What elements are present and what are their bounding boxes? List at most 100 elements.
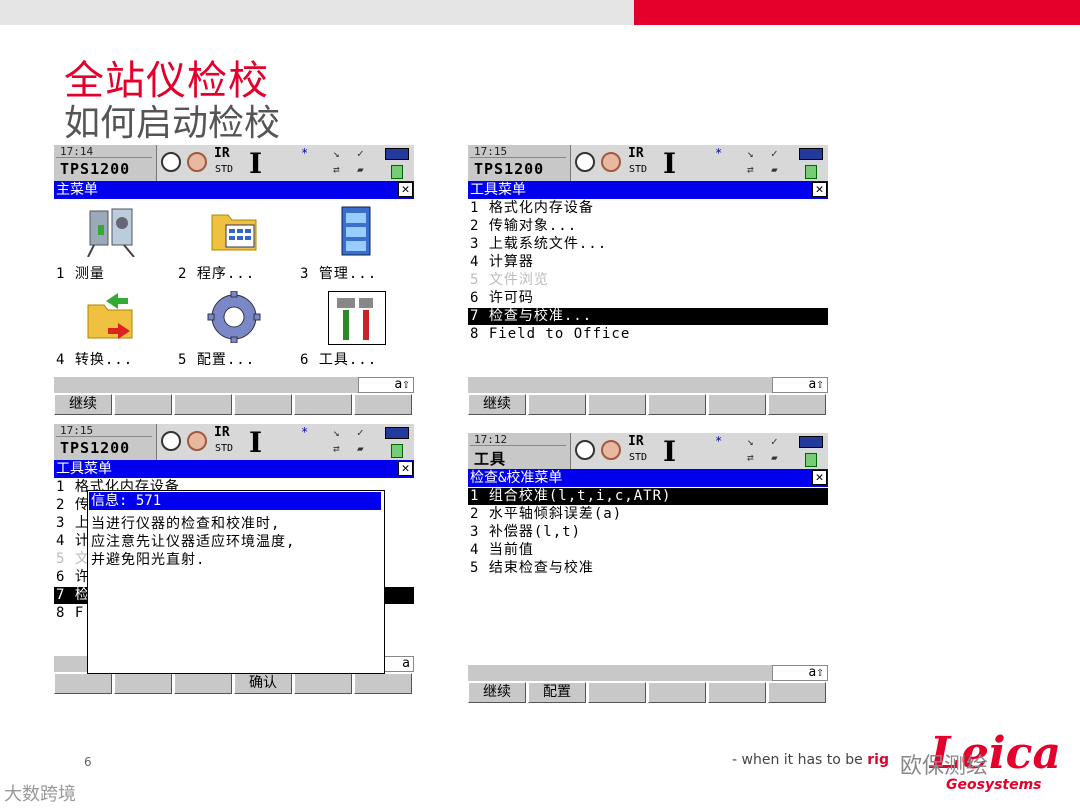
dialog-line: 当进行仪器的检查和校准时, xyxy=(91,516,281,532)
menu-list: 1 组合校准(l,t,i,c,ATR) 2 水平轴倾斜误差(a) 3 补偿器(l… xyxy=(468,487,828,663)
menu-item-calculator[interactable]: 4 计算器 xyxy=(468,254,828,271)
line-icon: ↘ xyxy=(747,147,754,160)
menu-item-file-browse: 5 文件浏览 xyxy=(470,272,549,288)
top-bar-grey xyxy=(0,0,634,25)
menu-item-format[interactable]: 1 格式化内存设备 xyxy=(468,200,828,217)
screen-title: 工具菜单 ✕ xyxy=(468,181,828,199)
f6-button[interactable] xyxy=(768,682,826,703)
face-indicator-icon: I xyxy=(663,435,677,468)
f6-button[interactable] xyxy=(354,673,412,694)
menu-icon-config[interactable]: 5 配置... xyxy=(176,285,296,371)
line-icon: ↘ xyxy=(333,147,340,160)
f1-continue-button[interactable]: 继续 xyxy=(54,394,112,415)
screen-main-menu: 17:14 TPS1200 IR STD I * ↘ ⇄ ✓ ▰ 主菜单 ✕ 1… xyxy=(54,145,414,417)
close-icon[interactable]: ✕ xyxy=(812,182,827,197)
f4-button[interactable] xyxy=(234,394,292,415)
f5-button[interactable] xyxy=(708,682,766,703)
programs-folder-icon xyxy=(211,214,257,251)
menu-item-upload[interactable]: 3 上载系统文件... xyxy=(468,236,828,253)
screen-title: 工具菜单 ✕ xyxy=(54,460,414,478)
prism-icon xyxy=(601,152,621,172)
check-icon: ✓ xyxy=(357,147,364,160)
std-mode-label: STD xyxy=(629,164,648,175)
f6-button[interactable] xyxy=(354,394,412,415)
screen-title: 主菜单 ✕ xyxy=(54,181,414,199)
arrows-icon: ⇄ xyxy=(747,451,754,464)
menu-item-field-to-office[interactable]: 8 Field to Office xyxy=(468,326,828,343)
input-mode-indicator: a⇧ xyxy=(358,377,414,393)
survey-instrument-icon xyxy=(87,208,135,257)
f4-button[interactable] xyxy=(648,682,706,703)
manage-cabinet-icon xyxy=(341,206,371,256)
function-keys: 确认 xyxy=(54,673,414,694)
battery-icon xyxy=(385,148,409,160)
icon-grid: 1 测量 2 程序... 3 管理... 4 转换... 5 配置... 6 工… xyxy=(54,199,414,375)
menu-item-tilting-axis[interactable]: 2 水平轴倾斜误差(a) xyxy=(468,506,828,523)
f2-button[interactable] xyxy=(528,394,586,415)
check-icon: ✓ xyxy=(771,147,778,160)
menu-item-combined-adjust[interactable]: 1 组合校准(l,t,i,c,ATR) xyxy=(468,488,828,505)
f5-button[interactable] xyxy=(294,394,352,415)
f1-continue-button[interactable]: 继续 xyxy=(468,682,526,703)
bluetooth-icon: * xyxy=(715,434,723,448)
menu-icon-tools[interactable]: 6 工具... xyxy=(298,285,418,371)
dialog-title: 信息: 571 xyxy=(89,492,381,510)
compensator-icon xyxy=(575,440,595,460)
menu-icon-convert[interactable]: 4 转换... xyxy=(54,285,174,371)
menu-item-check-adjust[interactable]: 7 检查与校准... xyxy=(468,308,828,325)
f4-confirm-button[interactable]: 确认 xyxy=(234,673,292,694)
f5-button[interactable] xyxy=(294,673,352,694)
f3-button[interactable] xyxy=(174,673,232,694)
menu-item-end-check[interactable]: 5 结束检查与校准 xyxy=(468,560,828,577)
dialog-line: 并避免阳光直射. xyxy=(91,552,206,568)
f1-continue-button[interactable]: 继续 xyxy=(468,394,526,415)
menu-icon-survey[interactable]: 1 测量 xyxy=(54,199,174,285)
status-bar: 17:12 工具 IR STD I * ↘ ⇄ ✓ ▰ xyxy=(468,433,828,469)
arrows-icon: ⇄ xyxy=(333,163,340,176)
ir-mode-label: IR xyxy=(628,146,644,161)
function-keys: 继续 配置 xyxy=(468,682,828,703)
f3-button[interactable] xyxy=(588,682,646,703)
f6-button[interactable] xyxy=(768,394,826,415)
line-icon: ↘ xyxy=(333,426,340,439)
f5-button[interactable] xyxy=(708,394,766,415)
screen-info-dialog: 17:15 TPS1200 IR STD I * ↘ ⇄ ✓ ▰ 工具菜单 ✕ … xyxy=(54,424,414,696)
battery-status-icon xyxy=(391,444,403,458)
tools-icon xyxy=(328,291,386,345)
screen-title: 检查&校准菜单 ✕ xyxy=(468,469,828,487)
arrows-icon: ⇄ xyxy=(333,442,340,455)
f2-config-button[interactable]: 配置 xyxy=(528,682,586,703)
f1-button[interactable] xyxy=(54,673,112,694)
menu-item-transfer[interactable]: 2 传输对象... xyxy=(468,218,828,235)
function-keys: 继续 xyxy=(54,394,414,415)
prism-icon xyxy=(187,431,207,451)
info-dialog: 信息: 571 当进行仪器的检查和校准时, 应注意先让仪器适应环境温度, 并避免… xyxy=(87,490,385,674)
menu-item-license[interactable]: 6 许可码 xyxy=(468,290,828,307)
f3-button[interactable] xyxy=(588,394,646,415)
convert-folder-icon xyxy=(87,293,133,339)
menu-item-compensator[interactable]: 3 补偿器(l,t) xyxy=(468,524,828,541)
f2-button[interactable] xyxy=(114,673,172,694)
close-icon[interactable]: ✕ xyxy=(398,182,413,197)
f3-button[interactable] xyxy=(174,394,232,415)
line-icon: ↘ xyxy=(747,435,754,448)
prism-icon xyxy=(187,152,207,172)
compensator-icon xyxy=(161,152,181,172)
f4-button[interactable] xyxy=(648,394,706,415)
close-icon[interactable]: ✕ xyxy=(812,470,827,485)
menu-item-current-values[interactable]: 4 当前值 xyxy=(468,542,828,559)
input-mode-indicator: a⇧ xyxy=(772,665,828,681)
std-mode-label: STD xyxy=(215,164,234,175)
ir-mode-label: IR xyxy=(628,434,644,449)
f2-button[interactable] xyxy=(114,394,172,415)
bluetooth-icon: * xyxy=(715,146,723,160)
menu-icon-programs[interactable]: 2 程序... xyxy=(176,199,296,285)
std-mode-label: STD xyxy=(215,443,234,454)
input-mode-strip: a⇧ xyxy=(468,377,828,393)
slide-subtitle: 如何启动检校 xyxy=(64,103,281,144)
ir-mode-label: IR xyxy=(214,425,230,440)
close-icon[interactable]: ✕ xyxy=(398,461,413,476)
menu-icon-manage[interactable]: 3 管理... xyxy=(298,199,418,285)
memory-icon: ▰ xyxy=(771,451,778,464)
screen-check-adjust-menu: 17:12 工具 IR STD I * ↘ ⇄ ✓ ▰ 检查&校准菜单 ✕ 1 … xyxy=(468,433,828,705)
